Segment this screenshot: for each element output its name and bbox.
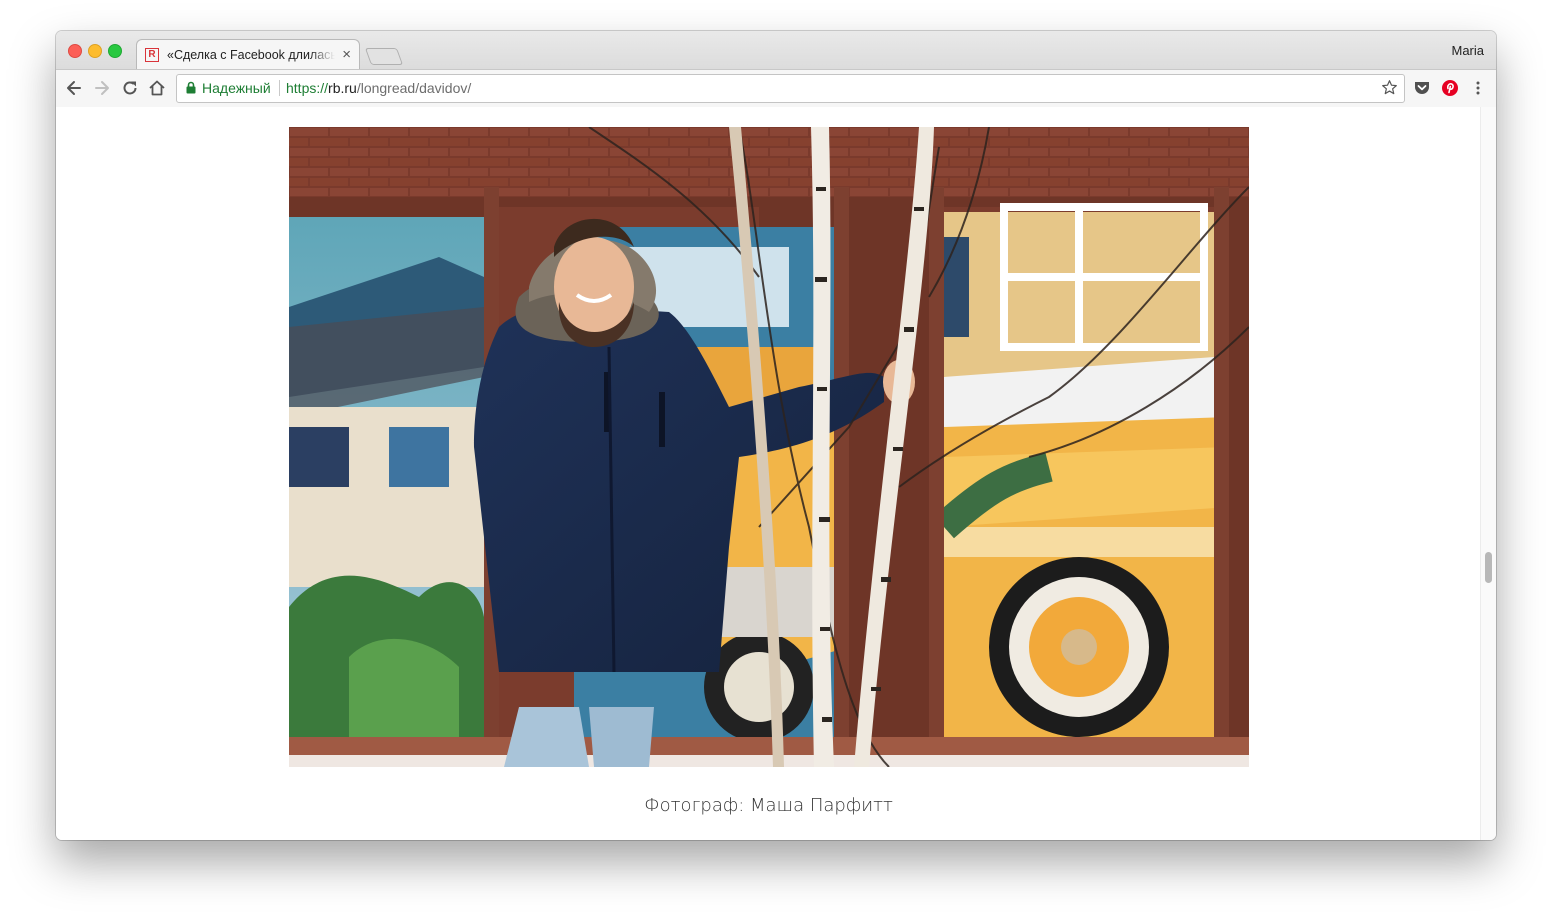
close-tab-icon[interactable]: × [342,46,351,63]
address-divider [279,80,280,96]
photo-caption: Фотограф: Маша Парфитт [644,795,893,816]
lock-icon [186,81,196,94]
profile-name[interactable]: Maria [1451,43,1484,58]
back-icon[interactable] [64,78,84,98]
maximize-window-button[interactable] [108,44,122,58]
bookmark-star-icon[interactable] [1381,79,1398,96]
article-photo [289,127,1249,767]
url-host: rb.ru [328,80,357,96]
new-tab-button[interactable] [364,48,404,65]
pinterest-icon[interactable] [1441,79,1459,97]
url-scheme: https:// [286,80,329,96]
site-favicon-icon: R [145,48,159,62]
menu-icon[interactable] [1469,79,1487,97]
reload-icon[interactable] [120,78,140,98]
minimize-window-button[interactable] [88,44,102,58]
home-icon[interactable] [147,78,167,98]
close-window-button[interactable] [68,44,82,58]
page-viewport: Фотограф: Маша Парфитт [56,107,1496,840]
tab-active[interactable]: R «Сделка с Facebook длилась × [136,39,360,71]
url-text[interactable]: https://rb.ru/longread/davidov/ [286,80,471,96]
browser-window: R «Сделка с Facebook длилась × Maria Над… [56,31,1496,840]
tab-title: «Сделка с Facebook длилась [167,48,335,62]
address-bar[interactable]: Надежный https://rb.ru/longread/davidov/ [176,74,1405,103]
title-bar: R «Сделка с Facebook длилась × Maria [56,31,1496,71]
forward-icon[interactable] [92,78,112,98]
scrollbar-thumb[interactable] [1485,552,1492,583]
browser-toolbar: Надежный https://rb.ru/longread/davidov/ [56,69,1496,108]
scrollbar[interactable] [1480,107,1496,840]
pocket-icon[interactable] [1413,79,1431,97]
secure-label[interactable]: Надежный [202,80,271,96]
url-path: /longread/davidov/ [356,80,472,96]
